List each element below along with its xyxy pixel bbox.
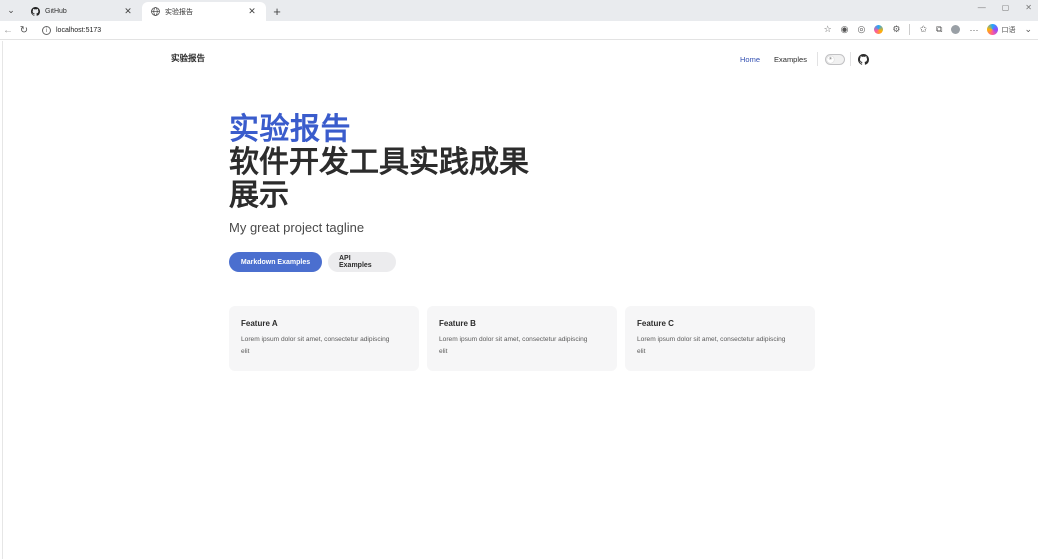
nav-link-home[interactable]: Home <box>740 55 760 64</box>
address-bar[interactable]: i localhost:5173 <box>38 23 828 38</box>
page-viewport: 实验报告 Home Examples ☀ 实验报告 软件开发工具实践成果展示 M… <box>2 41 1038 559</box>
site-navbar: 实验报告 Home Examples ☀ <box>3 41 1038 75</box>
close-window-icon[interactable]: ✕ <box>1025 3 1032 12</box>
globe-icon <box>150 7 160 17</box>
browser-tab-report[interactable]: 实验报告 ✕ <box>142 2 266 21</box>
appearance-toggle[interactable]: ☀ <box>824 53 845 65</box>
sun-icon: ☀ <box>826 55 834 63</box>
chevron-down-icon[interactable]: ⌄ <box>1024 24 1032 35</box>
browser-toolbar: ← ↻ i localhost:5173 ☆ ◉ ◎ ⚙ ✩ ⧉ ··· 口语 … <box>0 21 1038 40</box>
address-text: localhost:5173 <box>56 27 102 34</box>
collections-icon[interactable]: ⧉ <box>936 24 942 35</box>
feature-card: Feature B Lorem ipsum dolor sit amet, co… <box>427 306 617 371</box>
close-tab-icon[interactable]: ✕ <box>246 6 258 17</box>
back-arrow-icon[interactable]: ← <box>0 25 16 36</box>
feature-details: Lorem ipsum dolor sit amet, consectetur … <box>637 336 786 355</box>
hero-text: 软件开发工具实践成果展示 <box>229 146 529 212</box>
maximize-icon[interactable]: ▢ <box>1002 3 1010 12</box>
features-grid: Feature A Lorem ipsum dolor sit amet, co… <box>229 306 815 371</box>
extensions-puzzle-icon[interactable]: ⚙ <box>892 24 900 35</box>
extension-icon[interactable]: ◉ <box>841 24 849 35</box>
markdown-examples-button[interactable]: Markdown Examples <box>229 252 322 272</box>
nav-divider <box>816 52 818 66</box>
copilot-icon <box>987 24 999 35</box>
feature-card: Feature A Lorem ipsum dolor sit amet, co… <box>229 306 419 371</box>
nav-divider <box>849 52 851 66</box>
hero-tagline: My great project tagline <box>229 220 365 235</box>
extension-icon[interactable]: ◎ <box>858 24 866 35</box>
refresh-icon[interactable]: ↻ <box>16 25 32 36</box>
github-icon[interactable] <box>858 53 870 65</box>
close-tab-icon[interactable]: ✕ <box>122 6 134 17</box>
hero-actions: Markdown Examples API Examples <box>229 252 396 272</box>
profile-avatar-icon[interactable] <box>951 25 961 34</box>
copilot-button[interactable]: 口语 <box>987 24 1015 35</box>
favorites-icon[interactable]: ✩ <box>919 24 927 35</box>
tab-title: GitHub <box>45 8 67 15</box>
tab-list-chevron-icon[interactable]: ⌄ <box>0 0 22 21</box>
new-tab-button[interactable]: + <box>266 2 288 21</box>
more-menu-icon[interactable]: ··· <box>969 25 978 35</box>
toolbar-divider <box>909 24 911 35</box>
nav-link-examples[interactable]: Examples <box>774 55 807 64</box>
feature-details: Lorem ipsum dolor sit amet, consectetur … <box>439 336 588 355</box>
extension-icon[interactable] <box>874 25 884 34</box>
tab-title: 实验报告 <box>165 8 193 16</box>
site-title[interactable]: 实验报告 <box>171 52 205 64</box>
favorite-star-icon[interactable]: ☆ <box>824 24 832 35</box>
extension-area: ☆ ◉ ◎ ⚙ ✩ ⧉ ··· 口语 ⌄ <box>824 24 1032 35</box>
feature-title: Feature A <box>241 319 278 328</box>
feature-title: Feature B <box>439 319 476 328</box>
browser-tab-bar: ⌄ GitHub ✕ 实验报告 ✕ + — ▢ ✕ <box>0 0 1038 21</box>
feature-card: Feature C Lorem ipsum dolor sit amet, co… <box>625 306 815 371</box>
nav-links: Home Examples ☀ <box>740 52 870 66</box>
copilot-label: 口语 <box>1001 26 1016 34</box>
window-controls: — ▢ ✕ <box>978 3 1032 12</box>
hero-section: 实验报告 软件开发工具实践成果展示 My great project tagli… <box>229 113 529 235</box>
site-info-icon[interactable]: i <box>42 26 51 35</box>
api-examples-button[interactable]: API Examples <box>328 252 396 272</box>
browser-tab-github[interactable]: GitHub ✕ <box>22 2 142 21</box>
feature-title: Feature C <box>637 319 674 328</box>
github-icon <box>30 7 40 17</box>
feature-details: Lorem ipsum dolor sit amet, consectetur … <box>241 336 390 355</box>
minimize-icon[interactable]: — <box>978 3 986 12</box>
hero-name: 实验报告 <box>229 113 351 146</box>
